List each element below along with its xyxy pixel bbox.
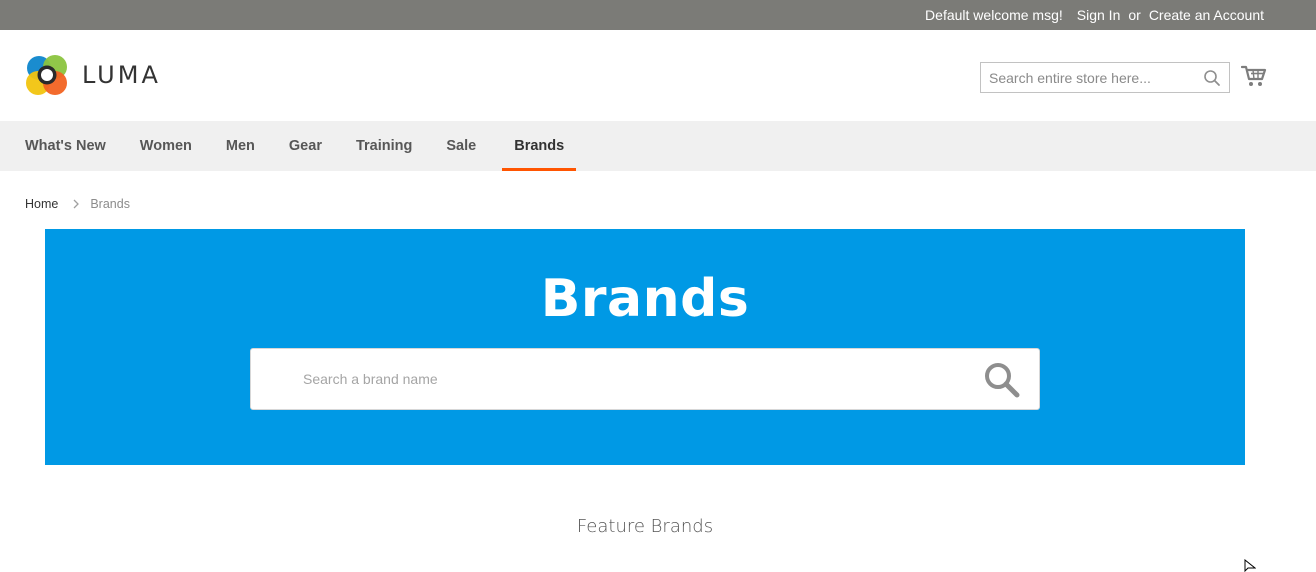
- nav-item-women[interactable]: Women: [123, 121, 209, 171]
- nav-item-gear[interactable]: Gear: [272, 121, 339, 171]
- main-navigation: What's New Women Men Gear Training Sale …: [0, 121, 1316, 171]
- brand-search-input[interactable]: [301, 349, 991, 409]
- breadcrumb-home[interactable]: Home: [25, 197, 58, 211]
- logo-text: LUMA: [82, 61, 161, 89]
- nav-item-whats-new[interactable]: What's New: [8, 121, 123, 171]
- chevron-right-icon: [73, 199, 80, 209]
- store-search-box: [980, 62, 1230, 93]
- mouse-cursor-icon: [1244, 559, 1256, 572]
- shopping-cart-icon[interactable]: [1241, 64, 1267, 88]
- nav-item-training[interactable]: Training: [339, 121, 429, 171]
- luma-logo-icon: [26, 55, 67, 95]
- search-icon[interactable]: [1203, 69, 1221, 87]
- store-search-input[interactable]: [981, 63, 1191, 92]
- brand-search-box: [250, 348, 1040, 410]
- logo[interactable]: LUMA: [24, 51, 161, 99]
- breadcrumb: Home Brands: [25, 197, 130, 211]
- create-account-link[interactable]: Create an Account: [1149, 7, 1264, 23]
- top-bar: Default welcome msg! Sign In or Create a…: [0, 0, 1316, 30]
- search-icon[interactable]: [983, 361, 1021, 399]
- or-separator: or: [1128, 7, 1141, 23]
- brands-hero-banner: Brands: [45, 229, 1245, 465]
- nav-item-men[interactable]: Men: [209, 121, 272, 171]
- nav-item-brands[interactable]: Brands: [502, 121, 577, 171]
- sign-in-link[interactable]: Sign In: [1077, 7, 1121, 23]
- page-title: Brands: [540, 269, 750, 329]
- welcome-message: Default welcome msg!: [925, 7, 1063, 23]
- breadcrumb-current: Brands: [90, 197, 130, 211]
- feature-brands-heading: Feature Brands: [576, 516, 714, 537]
- header: LUMA: [0, 30, 1316, 121]
- nav-item-sale[interactable]: Sale: [429, 121, 493, 171]
